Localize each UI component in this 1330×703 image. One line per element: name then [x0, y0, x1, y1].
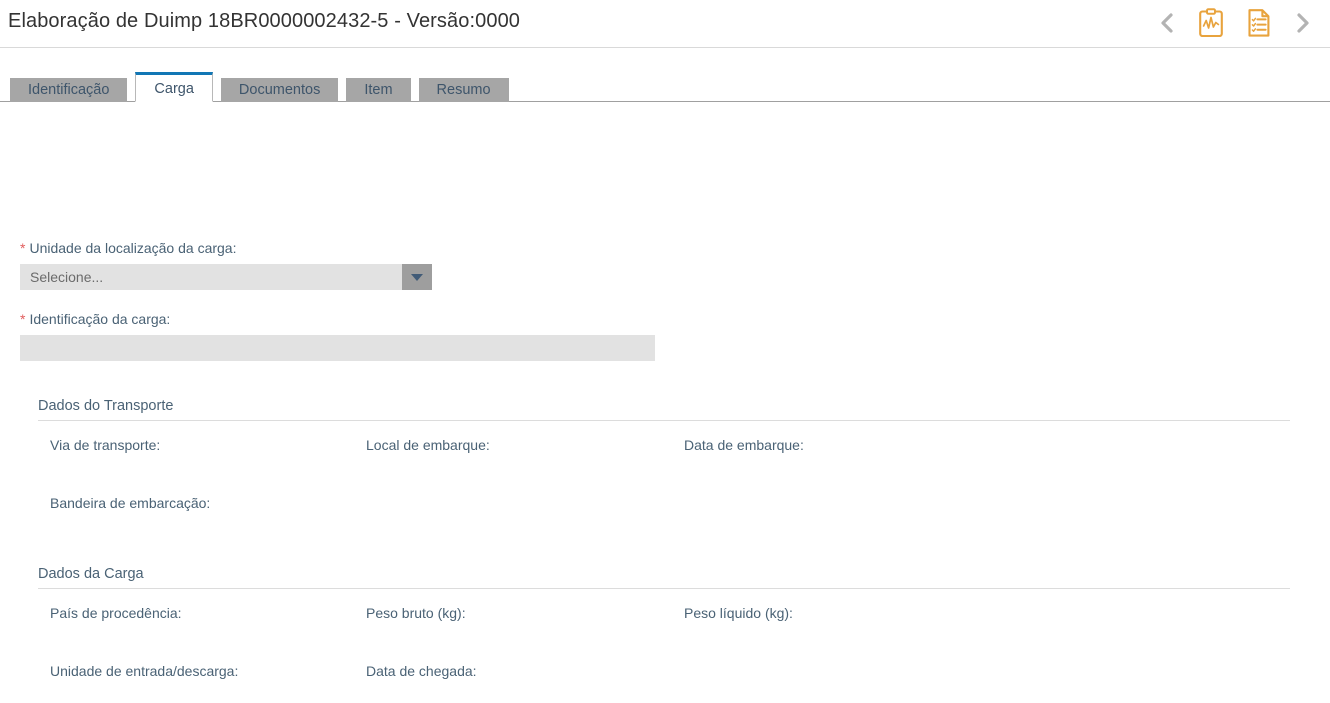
clipboard-chart-glyph	[1199, 8, 1223, 38]
carga-row-2: Unidade de entrada/descarga: Data de che…	[38, 663, 1290, 703]
document-list-icon[interactable]	[1244, 6, 1274, 40]
chevron-left-glyph	[1161, 13, 1173, 33]
transporte-row-2: Bandeira de embarcação:	[38, 495, 1290, 535]
chevron-left-icon[interactable]	[1156, 7, 1178, 39]
label-pais-de-procedencia: País de procedência:	[50, 605, 182, 621]
unidade-localizacao-label-text: Unidade da localização da carga:	[29, 240, 237, 256]
label-data-de-chegada: Data de chegada:	[366, 663, 477, 679]
tab-resumo[interactable]: Resumo	[418, 78, 509, 102]
label-unidade-entrada-descarga: Unidade de entrada/descarga:	[50, 663, 239, 679]
tab-item[interactable]: Item	[346, 78, 411, 102]
section-dados-carga: Dados da Carga País de procedência: Peso…	[38, 566, 1290, 703]
field-unidade-localizacao: * Unidade da localização da carga: Seleci…	[20, 240, 432, 290]
section-dados-carga-title: Dados da Carga	[38, 566, 1290, 589]
tab-documentos[interactable]: Documentos	[220, 78, 339, 102]
page-title: Elaboração de Duimp 18BR0000002432-5 - V…	[8, 10, 521, 32]
required-asterisk: *	[20, 311, 26, 327]
clipboard-chart-icon[interactable]	[1196, 6, 1226, 40]
page-header: Elaboração de Duimp 18BR0000002432-5 - V…	[0, 0, 1330, 48]
carga-row-1: País de procedência: Peso bruto (kg): Pe…	[38, 605, 1290, 663]
document-list-glyph	[1248, 9, 1270, 37]
header-actions	[1156, 6, 1314, 40]
identificacao-carga-label-text: Identificação da carga:	[29, 311, 171, 327]
tab-carga[interactable]: Carga	[135, 72, 213, 102]
label-peso-liquido: Peso líquido (kg):	[684, 605, 793, 621]
tab-bar: Identificação Carga Documentos Item Resu…	[0, 72, 1330, 102]
unidade-localizacao-label: * Unidade da localização da carga:	[20, 240, 432, 256]
label-via-de-transporte: Via de transporte:	[50, 437, 161, 453]
label-data-de-embarque: Data de embarque:	[684, 437, 804, 453]
unidade-localizacao-select[interactable]: Selecione...	[20, 264, 432, 290]
label-peso-bruto: Peso bruto (kg):	[366, 605, 466, 621]
chevron-right-glyph	[1297, 13, 1309, 33]
chevron-down-icon[interactable]	[402, 264, 432, 290]
label-local-de-embarque: Local de embarque:	[366, 437, 490, 453]
unidade-localizacao-selected-value: Selecione...	[30, 269, 104, 285]
label-bandeira-de-embarcacao: Bandeira de embarcação:	[50, 495, 211, 511]
transporte-row-1: Via de transporte: Local de embarque: Da…	[38, 437, 1290, 495]
section-dados-transporte-title: Dados do Transporte	[38, 398, 1290, 421]
section-dados-transporte: Dados do Transporte Via de transporte: L…	[38, 398, 1290, 535]
identificacao-carga-input[interactable]	[20, 335, 655, 361]
field-identificacao-carga: * Identificação da carga:	[20, 311, 655, 361]
required-asterisk: *	[20, 240, 26, 256]
tab-identificacao[interactable]: Identificação	[10, 78, 128, 102]
chevron-down-glyph	[411, 273, 423, 281]
chevron-right-icon[interactable]	[1292, 7, 1314, 39]
identificacao-carga-label: * Identificação da carga:	[20, 311, 655, 327]
